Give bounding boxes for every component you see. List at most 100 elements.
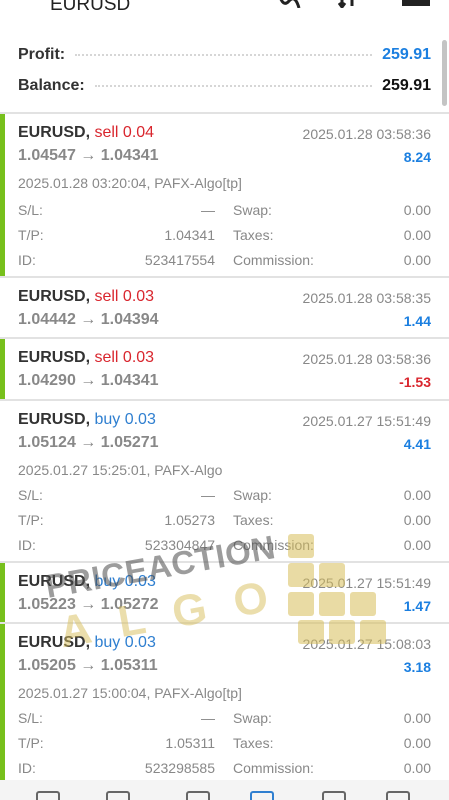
trade-open-info: 2025.01.28 03:20:04, PAFX-Algo[tp] — [18, 175, 242, 191]
sl-label: S/L: — [18, 202, 43, 218]
sl-label: S/L: — [18, 710, 43, 726]
sl-value: — — [201, 487, 215, 503]
swap-value: 0.00 — [403, 487, 431, 503]
calendar-icon[interactable] — [401, 0, 431, 13]
commission-value: 0.00 — [403, 252, 431, 268]
profit-row: Profit: 259.91 — [18, 44, 431, 66]
trade-side: buy 0.03 — [94, 573, 156, 590]
chart-icon[interactable] — [276, 0, 302, 13]
trade-title: EURUSD, sell 0.03 — [18, 349, 154, 367]
id-label: ID: — [18, 760, 36, 776]
dotted-leader — [75, 54, 373, 56]
trade-side: sell 0.03 — [94, 288, 155, 305]
trade-prices: 1.05205 → 1.05311 — [18, 657, 158, 674]
trade-symbol: EURUSD, — [18, 288, 91, 305]
trade-indicator — [0, 114, 5, 276]
trade-close-time: 2025.01.28 03:58:36 — [302, 126, 431, 142]
scrollbar[interactable] — [442, 40, 447, 106]
balance-value: 259.91 — [382, 77, 431, 94]
nav-quotes-icon[interactable] — [36, 791, 60, 800]
commission-value: 0.00 — [403, 537, 431, 553]
id-value: 523304847 — [144, 537, 215, 553]
sl-value: — — [201, 710, 215, 726]
trade-title: EURUSD, buy 0.03 — [18, 411, 156, 429]
tp-label: T/P: — [18, 512, 44, 528]
top-bar: EURUSD — [0, 0, 449, 34]
trade-prices: 1.04547 → 1.04341 — [18, 147, 159, 164]
balance-label: Balance: — [18, 77, 85, 94]
trade-row[interactable]: EURUSD, buy 0.03 2025.01.27 15:08:03 1.0… — [0, 624, 449, 780]
trade-side: sell 0.03 — [94, 349, 155, 366]
trade-row[interactable]: EURUSD, sell 0.03 2025.01.28 03:58:35 1.… — [0, 278, 449, 337]
trade-open-info: 2025.01.27 15:00:04, PAFX-Algo[tp] — [18, 685, 242, 701]
balance-row: Balance: 259.91 — [18, 75, 431, 97]
taxes-label: Taxes: — [233, 227, 274, 243]
account-summary: Profit: 259.91 Balance: 259.91 — [0, 34, 449, 112]
sl-value: — — [201, 202, 215, 218]
commission-label: Commission: — [233, 537, 314, 553]
trade-symbol: EURUSD, — [18, 573, 91, 590]
taxes-label: Taxes: — [233, 735, 274, 751]
tp-value: 1.05311 — [165, 735, 215, 751]
sl-label: S/L: — [18, 487, 43, 503]
tp-value: 1.05273 — [164, 512, 215, 528]
trade-row[interactable]: EURUSD, sell 0.03 2025.01.28 03:58:36 1.… — [0, 339, 449, 399]
trade-indicator — [0, 563, 5, 622]
trade-close-time: 2025.01.28 03:58:36 — [302, 351, 431, 367]
nav-messages-icon[interactable] — [322, 791, 346, 800]
id-label: ID: — [18, 537, 36, 553]
trade-close-time: 2025.01.27 15:08:03 — [302, 636, 431, 652]
trade-close-time: 2025.01.28 03:58:35 — [302, 290, 431, 306]
trade-profit: 1.44 — [403, 313, 431, 329]
trade-row[interactable]: EURUSD, buy 0.03 2025.01.27 15:51:49 1.0… — [0, 563, 449, 622]
trade-profit: 1.47 — [403, 598, 431, 614]
trade-row[interactable]: EURUSD, sell 0.04 2025.01.28 03:58:36 1.… — [0, 114, 449, 276]
tp-label: T/P: — [18, 227, 44, 243]
nav-settings-icon[interactable] — [386, 791, 410, 800]
id-label: ID: — [18, 252, 36, 268]
trade-indicator — [0, 339, 5, 399]
page-title: EURUSD — [50, 0, 131, 15]
trade-profit: 8.24 — [403, 149, 431, 165]
nav-trade-icon[interactable] — [186, 791, 210, 800]
sort-icon[interactable] — [337, 0, 362, 13]
trade-prices: 1.05124 → 1.05271 — [18, 434, 159, 451]
trade-indicator — [0, 624, 5, 780]
trade-prices: 1.04290 → 1.04341 — [18, 372, 159, 389]
trade-title: EURUSD, buy 0.03 — [18, 634, 156, 652]
taxes-value: 0.00 — [403, 512, 431, 528]
trade-symbol: EURUSD, — [18, 634, 91, 651]
trade-symbol: EURUSD, — [18, 349, 91, 366]
trade-title: EURUSD, sell 0.03 — [18, 288, 154, 306]
tp-label: T/P: — [18, 735, 44, 751]
nav-history-icon[interactable] — [250, 791, 274, 800]
swap-label: Swap: — [233, 710, 272, 726]
swap-value: 0.00 — [403, 202, 431, 218]
trade-profit: 3.18 — [403, 659, 431, 675]
trade-side: buy 0.03 — [94, 634, 156, 651]
trade-side: sell 0.04 — [94, 124, 155, 141]
taxes-value: 0.00 — [403, 735, 431, 751]
trade-row[interactable]: EURUSD, buy 0.03 2025.01.27 15:51:49 1.0… — [0, 401, 449, 561]
trade-close-time: 2025.01.27 15:51:49 — [302, 413, 431, 429]
profit-label: Profit: — [18, 46, 66, 63]
profit-value: 259.91 — [382, 46, 431, 63]
swap-label: Swap: — [233, 202, 272, 218]
tp-value: 1.04341 — [164, 227, 215, 243]
dotted-leader — [94, 85, 373, 87]
trade-title: EURUSD, sell 0.04 — [18, 124, 154, 142]
taxes-value: 0.00 — [403, 227, 431, 243]
nav-chart-icon[interactable] — [106, 791, 130, 800]
id-value: 523417554 — [144, 252, 215, 268]
id-value: 523298585 — [144, 760, 215, 776]
commission-label: Commission: — [233, 760, 314, 776]
trade-symbol: EURUSD, — [18, 124, 91, 141]
trade-open-info: 2025.01.27 15:25:01, PAFX-Algo — [18, 462, 223, 478]
trade-side: buy 0.03 — [94, 411, 156, 428]
bottom-nav — [0, 780, 449, 800]
trade-profit: -1.53 — [399, 374, 431, 390]
trade-prices: 1.04442 → 1.04394 — [18, 311, 159, 328]
trade-close-time: 2025.01.27 15:51:49 — [302, 575, 431, 591]
trade-symbol: EURUSD, — [18, 411, 91, 428]
trade-profit: 4.41 — [403, 436, 431, 452]
